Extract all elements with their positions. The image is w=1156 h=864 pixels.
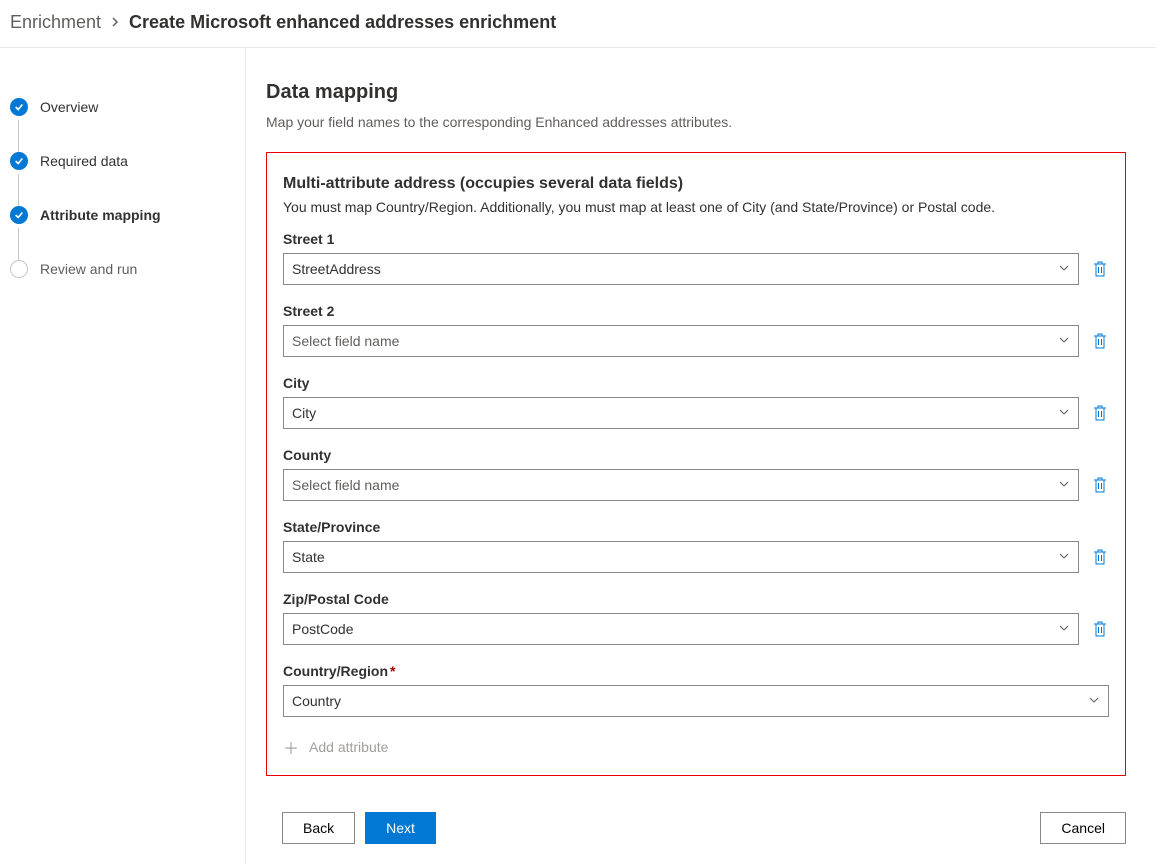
wizard-step-label: Required data xyxy=(40,153,128,169)
breadcrumb: Enrichment Create Microsoft enhanced add… xyxy=(0,0,1156,48)
dropdown-value: PostCode xyxy=(292,621,353,637)
chevron-right-icon xyxy=(109,15,121,31)
field-dropdown[interactable]: State xyxy=(283,541,1079,573)
dropdown-value: City xyxy=(292,405,316,421)
dropdown-value: StreetAddress xyxy=(292,261,381,277)
section-title: Data mapping xyxy=(266,81,1126,104)
delete-icon[interactable] xyxy=(1091,332,1109,350)
field-label: State/Province xyxy=(283,519,1109,535)
breadcrumb-current: Create Microsoft enhanced addresses enri… xyxy=(129,12,556,33)
mapping-box-title: Multi-attribute address (occupies severa… xyxy=(283,175,1109,193)
wizard-step-label: Review and run xyxy=(40,261,137,277)
chevron-down-icon xyxy=(1058,405,1070,421)
chevron-down-icon xyxy=(1058,549,1070,565)
field-label: Street 2 xyxy=(283,303,1109,319)
delete-icon[interactable] xyxy=(1091,548,1109,566)
field-label: City xyxy=(283,375,1109,391)
wizard-step-review-and-run[interactable]: Review and run xyxy=(10,260,245,278)
field-group: Country/Region* Country xyxy=(283,663,1109,717)
field-dropdown[interactable]: Select field name xyxy=(283,469,1079,501)
dropdown-value: Country xyxy=(292,693,341,709)
wizard-step-overview[interactable]: Overview xyxy=(10,98,245,116)
footer-actions: Back Next Cancel xyxy=(266,808,1126,844)
chevron-down-icon xyxy=(1058,477,1070,493)
delete-icon[interactable] xyxy=(1091,404,1109,422)
check-icon xyxy=(10,206,28,224)
check-icon xyxy=(10,98,28,116)
dropdown-value: Select field name xyxy=(292,333,399,349)
delete-icon[interactable] xyxy=(1091,476,1109,494)
chevron-down-icon xyxy=(1058,333,1070,349)
chevron-down-icon xyxy=(1058,261,1070,277)
chevron-down-icon xyxy=(1058,621,1070,637)
main-content: Data mapping Map your field names to the… xyxy=(246,48,1146,864)
field-group: Street 1 StreetAddress xyxy=(283,231,1109,285)
field-group: City City xyxy=(283,375,1109,429)
field-label: Zip/Postal Code xyxy=(283,591,1109,607)
field-label: Country/Region* xyxy=(283,663,1109,679)
wizard-step-attribute-mapping[interactable]: Attribute mapping xyxy=(10,206,245,224)
required-indicator: * xyxy=(390,663,395,679)
wizard-step-label: Attribute mapping xyxy=(40,207,161,223)
breadcrumb-root[interactable]: Enrichment xyxy=(10,12,101,33)
next-button[interactable]: Next xyxy=(365,812,436,844)
back-button[interactable]: Back xyxy=(282,812,355,844)
plus-icon: ＋ xyxy=(283,735,299,759)
field-label: Street 1 xyxy=(283,231,1109,247)
add-attribute-button[interactable]: ＋ Add attribute xyxy=(283,735,1109,759)
cancel-button[interactable]: Cancel xyxy=(1040,812,1126,844)
wizard-step-required-data[interactable]: Required data xyxy=(10,152,245,170)
chevron-down-icon xyxy=(1088,693,1100,709)
field-group: County Select field name xyxy=(283,447,1109,501)
dropdown-value: State xyxy=(292,549,325,565)
field-dropdown[interactable]: Select field name xyxy=(283,325,1079,357)
field-group: Zip/Postal Code PostCode xyxy=(283,591,1109,645)
section-description: Map your field names to the correspondin… xyxy=(266,114,1126,130)
delete-icon[interactable] xyxy=(1091,260,1109,278)
wizard-steps: Overview Required data Attribute mapping Re… xyxy=(0,48,246,864)
add-attribute-label: Add attribute xyxy=(309,739,388,755)
field-dropdown[interactable]: StreetAddress xyxy=(283,253,1079,285)
mapping-box: Multi-attribute address (occupies severa… xyxy=(266,152,1126,776)
field-dropdown[interactable]: City xyxy=(283,397,1079,429)
field-group: State/Province State xyxy=(283,519,1109,573)
circle-icon xyxy=(10,260,28,278)
field-dropdown[interactable]: PostCode xyxy=(283,613,1079,645)
wizard-step-label: Overview xyxy=(40,99,98,115)
mapping-box-description: You must map Country/Region. Additionall… xyxy=(283,199,1109,215)
delete-icon[interactable] xyxy=(1091,620,1109,638)
check-icon xyxy=(10,152,28,170)
dropdown-value: Select field name xyxy=(292,477,399,493)
field-dropdown[interactable]: Country xyxy=(283,685,1109,717)
field-label: County xyxy=(283,447,1109,463)
field-group: Street 2 Select field name xyxy=(283,303,1109,357)
